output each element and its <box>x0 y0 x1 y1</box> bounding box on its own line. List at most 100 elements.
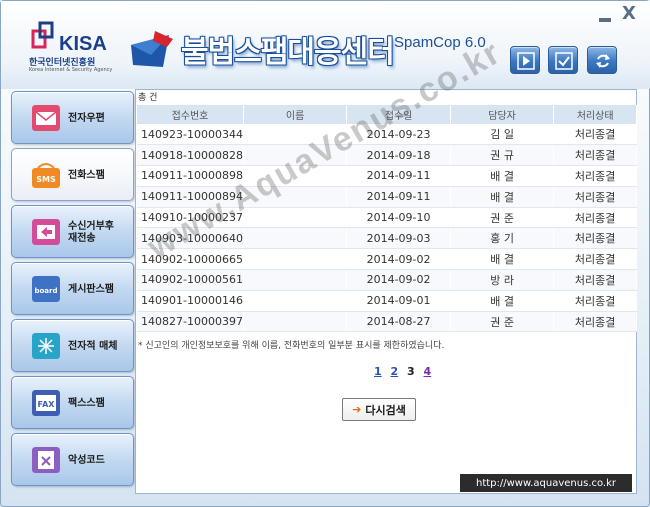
email-icon <box>32 105 60 131</box>
app-version: SpamCop 6.0 <box>394 34 486 51</box>
assignee-cell: 방 라 <box>450 269 555 291</box>
receipt-number-cell: 140911-10000898 <box>137 165 244 187</box>
svg-text:SMS: SMS <box>36 175 56 184</box>
reporter-name-cell <box>243 186 348 208</box>
table-row[interactable]: 140911-10000894 2014-09-11 배 결 처리종결 <box>137 186 637 208</box>
column-header[interactable]: 접수일 <box>346 105 451 124</box>
sidebar-item-malware[interactable]: 악성코드 <box>11 433 134 486</box>
kisa-name-english: Korea Internet & Security Agency <box>29 67 113 73</box>
reporter-name-cell <box>243 165 348 187</box>
table-row[interactable]: 140901-10000146 2014-09-01 배 결 처리종결 <box>137 290 637 312</box>
kisa-logo-mark <box>31 21 54 49</box>
reporter-name-cell <box>243 290 348 312</box>
status-cell: 처리종결 <box>553 311 637 333</box>
page-link[interactable]: 4 <box>424 365 432 378</box>
arrow-right-icon <box>517 52 535 70</box>
sidebar-item-label: 전화스팸 <box>68 169 105 181</box>
app-window: KISA 한국인터넷진흥원 Korea Internet & Security … <box>0 0 650 507</box>
receipt-number-cell: 140918-10000828 <box>137 144 244 167</box>
page-link[interactable]: 1 <box>374 365 382 378</box>
kisa-name: KISA <box>59 33 107 55</box>
reporter-name-cell <box>243 311 348 333</box>
resend-icon <box>32 219 60 245</box>
status-cell: 처리종결 <box>553 186 637 208</box>
refresh-button[interactable] <box>587 46 617 74</box>
minimize-button[interactable] <box>598 11 612 23</box>
reporter-name-cell <box>243 144 348 167</box>
status-cell: 처리종결 <box>553 124 637 146</box>
receipt-number-cell: 140911-10000894 <box>137 186 244 208</box>
go-button[interactable] <box>510 46 540 74</box>
header: KISA 한국인터넷진흥원 Korea Internet & Security … <box>1 1 650 89</box>
assignee-cell: 김 일 <box>450 124 555 146</box>
sidebar-item-electronic-media[interactable]: 전자적 매체 <box>11 319 134 372</box>
close-button[interactable]: X <box>620 5 638 23</box>
status-cell: 처리종결 <box>553 290 637 312</box>
table-row[interactable]: 140902-10000665 2014-09-02 배 결 처리종결 <box>137 248 637 271</box>
assignee-cell: 배 결 <box>450 248 555 271</box>
table-body: 140923-10000344 2014-09-23 김 일 처리종결 140918-1… <box>137 124 637 333</box>
table-row[interactable]: 140923-10000344 2014-09-23 김 일 처리종결 <box>137 124 637 146</box>
sidebar-item-board-spam[interactable]: board 게시판스팸 <box>11 262 134 315</box>
receipt-date-cell: 2014-09-01 <box>346 290 451 312</box>
receipt-date-cell: 2014-09-02 <box>346 248 451 271</box>
search-again-button[interactable]: ➔ 다시검색 <box>342 398 416 421</box>
media-icon <box>32 333 60 359</box>
column-header[interactable]: 접수번호 <box>137 105 244 124</box>
sidebar-item-email[interactable]: 전자우편 <box>11 91 134 144</box>
page-link[interactable]: 2 <box>391 365 399 378</box>
column-header[interactable]: 처리상태 <box>553 105 637 124</box>
column-header[interactable]: 담당자 <box>450 105 555 124</box>
sidebar: 전자우편 SMS 전화스팸 수신거부후 재전송 board 게시판스팸 전자적 … <box>11 89 135 494</box>
assignee-cell: 권 준 <box>450 311 555 333</box>
receipt-date-cell: 2014-09-11 <box>346 186 451 208</box>
receipt-number-cell: 140902-10000561 <box>137 269 244 291</box>
table-row[interactable]: 140910-10000237 2014-09-10 권 준 처리종결 <box>137 207 637 229</box>
receipt-number-cell: 140923-10000344 <box>137 124 244 146</box>
status-cell: 처리종결 <box>553 165 637 187</box>
arrow-right-icon: ➔ <box>352 403 362 416</box>
source-url-label: http://www.aquavenus.co.kr <box>460 474 632 492</box>
svg-text:FAX: FAX <box>38 400 56 409</box>
sidebar-item-label: 게시판스팸 <box>68 283 114 295</box>
receipt-number-cell: 140901-10000146 <box>137 290 244 312</box>
table-row[interactable]: 140903-10000640 2014-09-03 홍 기 처리종결 <box>137 227 637 250</box>
check-icon <box>555 52 573 70</box>
refresh-icon <box>596 54 610 68</box>
receipt-number-cell: 140827-10000397 <box>137 311 244 333</box>
sidebar-item-resend[interactable]: 수신거부후 재전송 <box>11 205 134 258</box>
table-row[interactable]: 140918-10000828 2014-09-18 권 규 처리종결 <box>137 144 637 167</box>
report-table: 접수번호 이름 접수일 담당자 처리상태 140923-10000344 2014… <box>137 105 637 333</box>
assignee-cell: 배 결 <box>450 165 555 187</box>
kisa-logo: KISA 한국인터넷진흥원 Korea Internet & Security … <box>29 19 124 75</box>
reporter-name-cell <box>243 227 348 250</box>
envelope-logo-icon <box>131 31 173 67</box>
assignee-cell: 배 결 <box>450 186 555 208</box>
pagination: 1 2 3 4 <box>374 365 436 378</box>
column-header[interactable]: 이름 <box>243 105 348 124</box>
search-again-label: 다시검색 <box>365 403 406 417</box>
page-link-current[interactable]: 3 <box>407 365 415 378</box>
sidebar-item-fax-spam[interactable]: FAX 팩스스팸 <box>11 376 134 429</box>
table-row[interactable]: 140902-10000561 2014-09-02 방 라 처리종결 <box>137 269 637 291</box>
malware-icon <box>32 447 60 473</box>
sidebar-item-label: 전자우편 <box>68 112 105 124</box>
assignee-cell: 권 준 <box>450 207 555 229</box>
fax-icon: FAX <box>32 390 60 416</box>
status-cell: 처리종결 <box>553 144 637 167</box>
confirm-button[interactable] <box>548 46 578 74</box>
sidebar-item-phone-spam[interactable]: SMS 전화스팸 <box>11 148 134 201</box>
receipt-number-cell: 140903-10000640 <box>137 227 244 250</box>
table-row[interactable]: 140827-10000397 2014-08-27 권 준 처리종결 <box>137 311 637 333</box>
reporter-name-cell <box>243 207 348 229</box>
status-cell: 처리종결 <box>553 248 637 271</box>
receipt-date-cell: 2014-09-02 <box>346 269 451 291</box>
sms-icon: SMS <box>32 163 60 188</box>
receipt-date-cell: 2014-09-03 <box>346 227 451 250</box>
app-title: 불법스팸대응센터 <box>181 35 395 70</box>
sidebar-item-label: 전자적 매체 <box>68 340 118 352</box>
status-cell: 처리종결 <box>553 269 637 291</box>
table-row[interactable]: 140911-10000898 2014-09-11 배 결 처리종결 <box>137 165 637 187</box>
receipt-date-cell: 2014-08-27 <box>346 311 451 333</box>
board-icon: board <box>32 276 60 302</box>
